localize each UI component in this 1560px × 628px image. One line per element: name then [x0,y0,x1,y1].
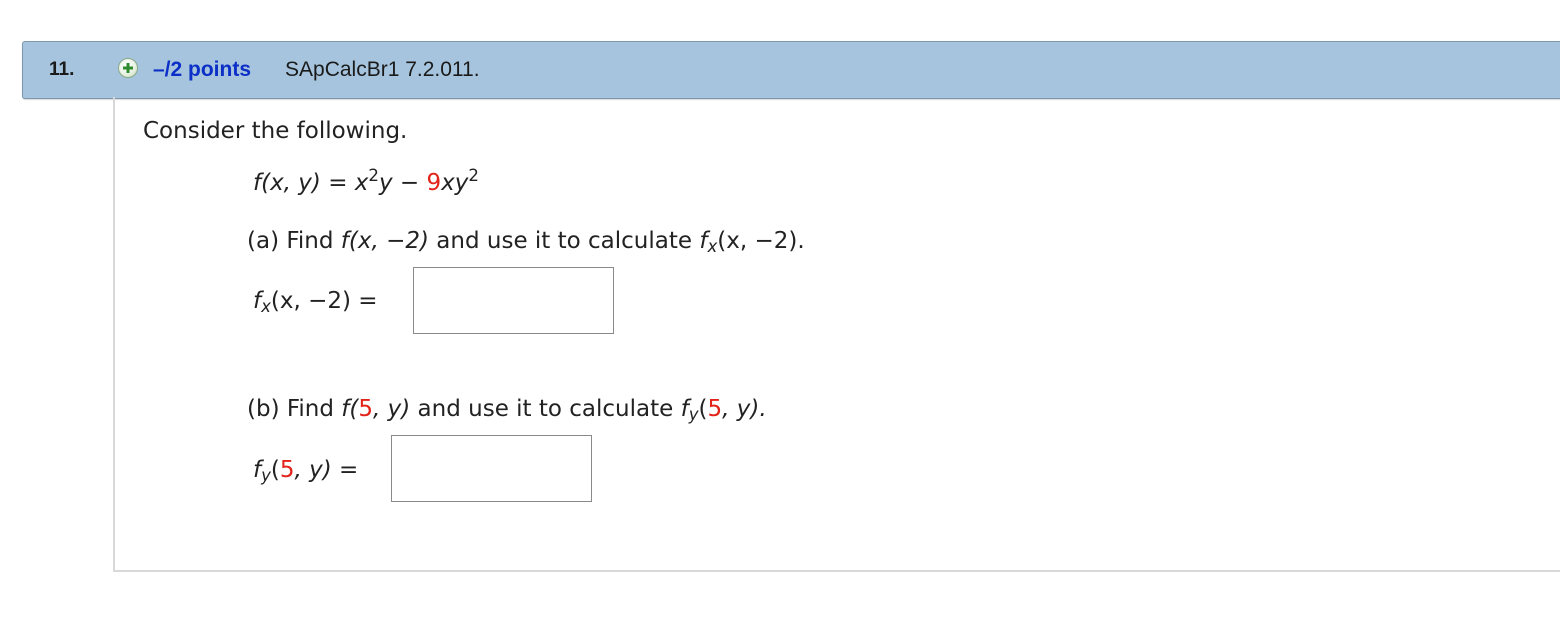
part-a-answer-input[interactable] [413,267,614,334]
points-label: –/2 points [153,58,252,81]
question-header: 11. –/2 points SApCalcBr1 7.2.011. [22,41,1560,99]
part-b-answer-input[interactable] [391,435,592,502]
part-b-prompt: (b) Find f(5, y) and use it to calculate… [247,396,767,425]
assignment-id: SApCalcBr1 7.2.011. [285,58,480,81]
plus-circle-icon[interactable] [118,58,138,78]
question-body [113,97,1560,572]
part-a-answer-label: fx(x, −2) = [253,288,378,317]
question-intro: Consider the following. [143,118,408,144]
part-a-prompt: (a) Find f(x, −2) and use it to calculat… [247,228,805,257]
question-number: 11. [49,59,75,80]
part-b-answer-label: fy(5, y) = [253,457,359,486]
function-definition: f(x, y) = x2y − 9xy2 [253,165,479,196]
